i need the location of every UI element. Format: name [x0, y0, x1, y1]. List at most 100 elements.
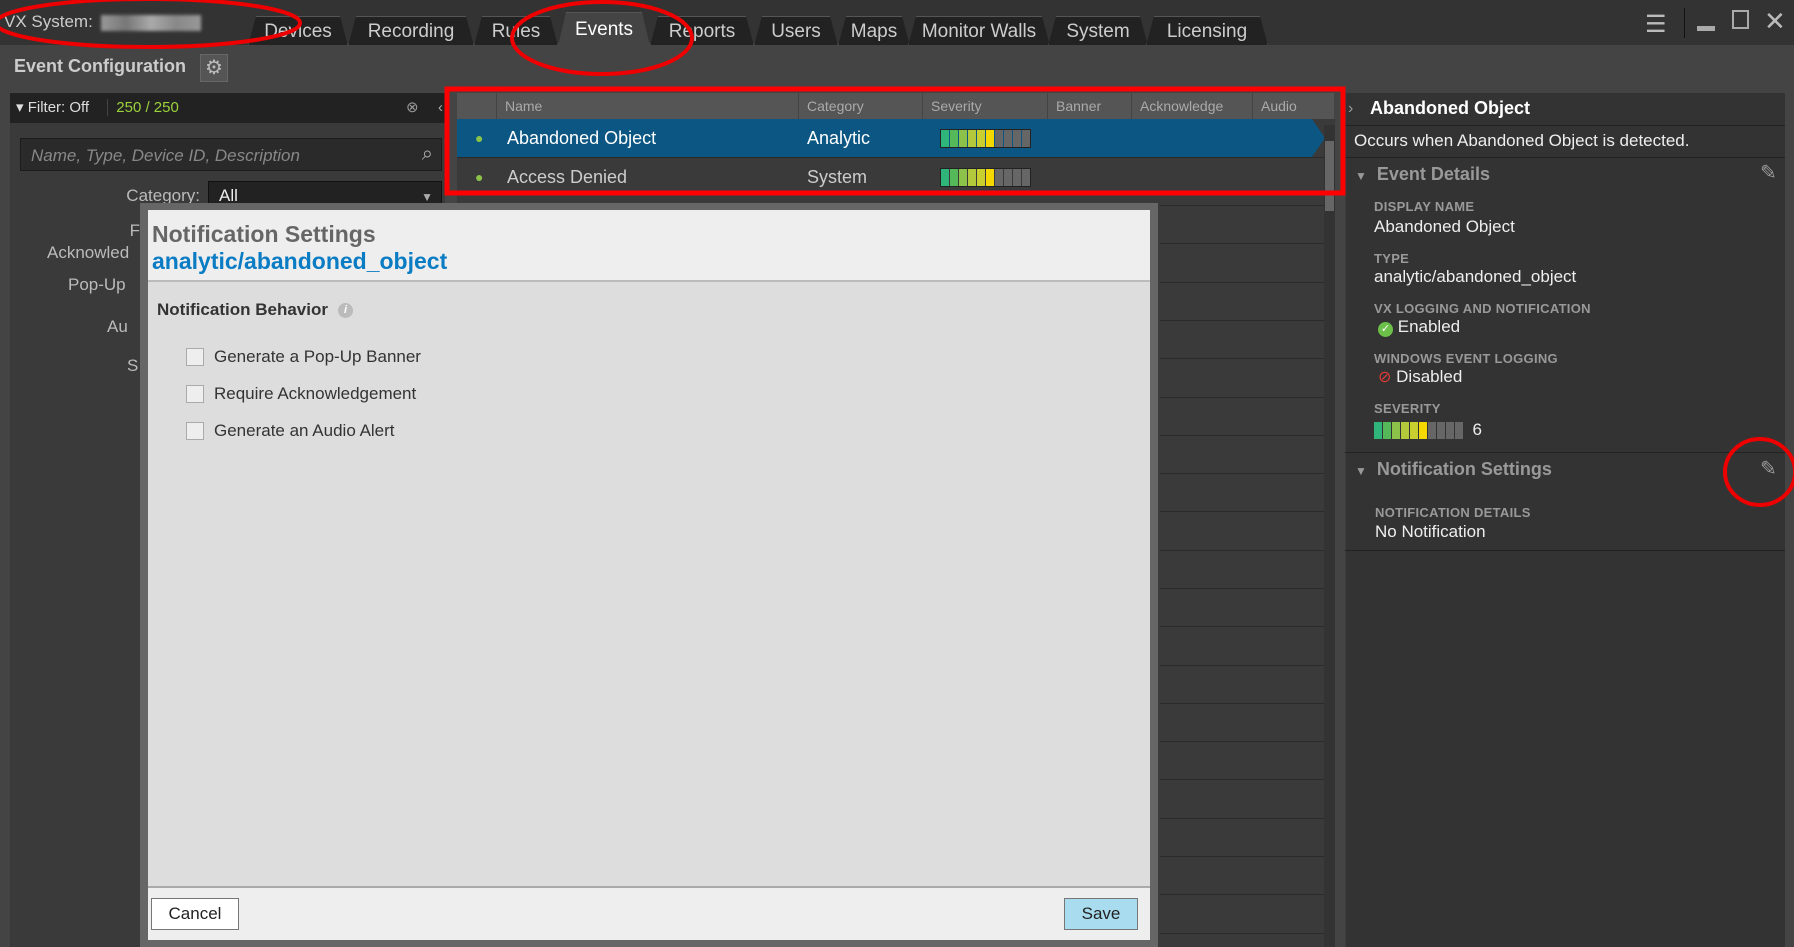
search-placeholder: Name, Type, Device ID, Description: [31, 146, 300, 165]
notification-details-label: NOTIFICATION DETAILS: [1375, 505, 1531, 520]
row-divider: [1160, 358, 1330, 359]
tab-system[interactable]: System: [1048, 16, 1148, 46]
divider: [1684, 8, 1685, 38]
tab-reports[interactable]: Reports: [650, 16, 754, 46]
save-button[interactable]: Save: [1064, 898, 1138, 930]
tab-events[interactable]: Events: [558, 12, 650, 46]
severity-segment: [950, 130, 958, 147]
audio-alert-checkbox[interactable]: [186, 422, 204, 440]
disabled-icon: ⊘: [1378, 369, 1392, 386]
severity-segment: [1428, 422, 1436, 440]
require-ack-checkbox[interactable]: [186, 385, 204, 403]
row-divider: [1160, 511, 1330, 512]
gear-icon[interactable]: ⚙: [200, 54, 228, 82]
popup-banner-checkbox[interactable]: [186, 348, 204, 366]
filter-label-partial: F: [129, 221, 140, 240]
table-scrollbar[interactable]: [1324, 125, 1335, 947]
row-divider: [1160, 894, 1330, 895]
details-title: Abandoned Object: [1370, 98, 1531, 118]
tab-maps[interactable]: Maps: [838, 16, 910, 46]
tab-recording[interactable]: Recording: [348, 16, 474, 46]
row-divider: [1160, 550, 1330, 551]
row-divider: [1160, 205, 1330, 206]
audio-alert-label[interactable]: Generate an Audio Alert: [214, 421, 395, 441]
search-input[interactable]: Name, Type, Device ID, Description ⌕: [20, 138, 442, 171]
severity-segment: [1392, 422, 1400, 440]
row-divider: [1160, 741, 1330, 742]
severity-segment: [986, 169, 994, 186]
page-title: Event Configuration: [14, 56, 186, 76]
status-dot-icon: ●: [475, 169, 484, 185]
info-icon[interactable]: i: [337, 303, 353, 319]
event-details-label: Event Details: [1376, 164, 1490, 184]
filter-toggle[interactable]: ▾ Filter: Off: [16, 99, 89, 116]
notification-details-value: No Notification: [1375, 522, 1486, 541]
filter-label: Filter: Off: [27, 99, 90, 116]
column-header-audio[interactable]: Audio: [1253, 93, 1335, 119]
close-icon[interactable]: ✕: [1764, 6, 1786, 37]
column-header-category[interactable]: Category: [799, 93, 923, 119]
row-divider: [1160, 779, 1330, 780]
row-divider: [1160, 665, 1330, 666]
tab-licensing[interactable]: Licensing: [1146, 16, 1268, 46]
column-header-banner[interactable]: Banner: [1048, 93, 1132, 119]
divider: [1345, 550, 1785, 551]
cancel-button[interactable]: Cancel: [151, 898, 239, 930]
display-name-value: Abandoned Object: [1374, 217, 1515, 236]
severity-segment: [1013, 169, 1021, 186]
edit-event-details-icon[interactable]: ✎: [1760, 160, 1777, 185]
severity-segment: [1455, 422, 1463, 440]
row-divider: [1160, 933, 1330, 934]
system-name: VX System:: [4, 12, 201, 32]
popup-label-partial: Pop-Up: [68, 275, 126, 294]
search-icon[interactable]: ⌕: [422, 143, 433, 166]
windows-logging-value: Disabled: [1396, 367, 1463, 386]
tab-rules[interactable]: Rules: [474, 16, 558, 46]
severity-segment: [959, 169, 967, 186]
system-label: VX System:: [4, 12, 93, 31]
table-row[interactable]: ● Access Denied System: [457, 157, 1325, 195]
row-divider: [1160, 435, 1330, 436]
column-header-acknowledge[interactable]: Acknowledge: [1132, 93, 1253, 119]
event-details-header[interactable]: ▼ Event Details: [1355, 164, 1490, 185]
tab-users[interactable]: Users: [754, 16, 838, 46]
column-header-status: [457, 93, 497, 119]
tab-devices[interactable]: Devices: [248, 16, 348, 46]
minimize-icon[interactable]: [1697, 26, 1715, 31]
scrollbar-thumb[interactable]: [1325, 141, 1334, 211]
severity-segment: [1022, 130, 1030, 147]
severity-segment: [1401, 422, 1409, 440]
severity-segment: [986, 130, 994, 147]
filter-bar: ▾ Filter: Off 250 / 250 ⊗ ‹: [10, 93, 445, 123]
chevron-right-icon[interactable]: ›: [1348, 100, 1353, 118]
menu-icon[interactable]: ☰: [1645, 10, 1667, 39]
severity-segment: [968, 130, 976, 147]
maximize-icon[interactable]: [1732, 10, 1749, 29]
filter-count: 250 / 250: [107, 99, 179, 116]
collapse-icon[interactable]: ‹: [438, 93, 443, 123]
notification-settings-header[interactable]: ▼ Notification Settings: [1355, 459, 1552, 480]
clear-filter-icon[interactable]: ⊗: [406, 93, 419, 123]
severity-segment: [941, 169, 949, 186]
severity-segment: [941, 130, 949, 147]
dialog-subtitle: analytic/abandoned_object: [152, 248, 448, 274]
row-divider: [1160, 818, 1330, 819]
chevron-down-icon: ▼: [421, 190, 433, 204]
severity-meter: [940, 168, 1031, 187]
severity-segment: [995, 169, 1003, 186]
edit-notification-settings-icon[interactable]: ✎: [1760, 456, 1777, 481]
severity-segment: [1410, 422, 1418, 440]
severity-segment: [1004, 169, 1012, 186]
require-ack-label[interactable]: Require Acknowledgement: [214, 384, 416, 404]
popup-banner-label[interactable]: Generate a Pop-Up Banner: [214, 347, 421, 367]
row-category: System: [807, 167, 868, 187]
divider: [1345, 452, 1785, 453]
row-divider: [1160, 243, 1330, 244]
table-row[interactable]: ● Abandoned Object Analytic: [457, 119, 1325, 157]
severity-segment: [977, 130, 985, 147]
column-header-severity[interactable]: Severity: [923, 93, 1048, 119]
notification-behavior-heading: Notification Behavior i: [157, 300, 353, 320]
column-header-name[interactable]: Name: [497, 93, 799, 119]
check-circle-icon: ✓: [1378, 322, 1393, 337]
tab-monitor-walls[interactable]: Monitor Walls: [908, 16, 1050, 46]
